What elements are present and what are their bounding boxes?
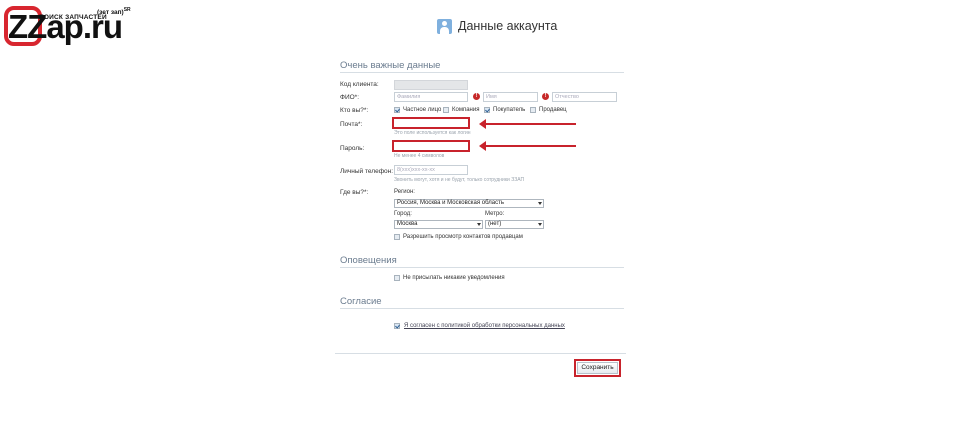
annotation-arrow: [479, 119, 576, 129]
middle-name-input[interactable]: Отчество: [552, 92, 617, 102]
seller-label: Продавец: [539, 107, 567, 113]
email-input[interactable]: [392, 117, 470, 129]
first-name-input[interactable]: Имя: [483, 92, 538, 102]
last-name-input[interactable]: Фамилия: [394, 92, 468, 102]
section-heading-notifications: Оповещения: [340, 255, 624, 268]
city-label: Город:: [394, 211, 412, 217]
allow-contacts-checkbox[interactable]: [394, 234, 400, 240]
private-person-checkbox[interactable]: [394, 107, 400, 113]
company-label: Компания: [452, 107, 480, 113]
site-logo[interactable]: ZZap.ru ПОИСК ЗАПЧАСТЕЙ (зет зап)SR: [4, 4, 134, 48]
footer-divider: [335, 353, 626, 354]
annotation-arrow: [479, 141, 576, 151]
no-notifications-label: Не присылать никакие уведомления: [403, 275, 505, 281]
page-title-text: Данные аккаунта: [458, 19, 558, 33]
save-button[interactable]: Сохранить: [577, 362, 618, 374]
phone-label: Личный телефон:: [340, 168, 394, 175]
city-select[interactable]: Москва: [394, 220, 483, 229]
consent-checkbox[interactable]: [394, 323, 400, 329]
buyer-checkbox[interactable]: [484, 107, 490, 113]
chevron-down-icon: [477, 223, 481, 226]
phone-hint: Звонить могут, хотя и не будут, только с…: [394, 177, 525, 183]
seller-checkbox[interactable]: [530, 107, 536, 113]
metro-select[interactable]: (нет): [485, 220, 544, 229]
region-select[interactable]: Россия, Москва и Московская область: [394, 199, 544, 208]
metro-label: Метро:: [485, 211, 505, 217]
save-button-highlight: Сохранить: [574, 359, 621, 377]
section-heading-consent: Согласие: [340, 296, 624, 309]
city-value: Москва: [397, 221, 418, 227]
buyer-label: Покупатель: [493, 107, 526, 113]
allow-contacts-label: Разрешить просмотр контактов продавцам: [403, 234, 523, 240]
private-person-label: Частное лицо: [403, 107, 442, 113]
region-value: Россия, Москва и Московская область: [397, 200, 504, 206]
user-icon: [437, 18, 452, 34]
chevron-down-icon: [538, 202, 542, 205]
chevron-down-icon: [538, 223, 542, 226]
client-code-label: Код клиента:: [340, 81, 379, 88]
email-label: Почта*:: [340, 121, 363, 128]
no-notifications-checkbox[interactable]: [394, 275, 400, 281]
company-checkbox[interactable]: [443, 107, 449, 113]
email-hint: Это поле используется как логин: [394, 130, 471, 136]
password-input[interactable]: [392, 140, 470, 152]
section-heading-important: Очень важные данные: [340, 60, 624, 73]
region-label: Регион:: [394, 189, 415, 195]
page-title: Данные аккаунта: [437, 16, 557, 36]
warning-icon: !: [542, 93, 549, 100]
warning-icon: !: [473, 93, 480, 100]
phone-input[interactable]: 8(xxx)xxx-xx-xx: [394, 165, 468, 175]
client-code-field: [394, 80, 468, 90]
fio-label: ФИО*:: [340, 94, 360, 101]
password-label: Пароль:: [340, 145, 365, 152]
logo-badge: (зет зап)SR: [97, 7, 131, 16]
who-label: Кто вы?*:: [340, 107, 369, 114]
consent-link[interactable]: Я согласен с политикой обработки персона…: [404, 323, 565, 329]
metro-value: (нет): [488, 221, 502, 227]
where-label: Где вы?*:: [340, 189, 369, 196]
password-hint: Не менее 4 символов: [394, 153, 445, 159]
